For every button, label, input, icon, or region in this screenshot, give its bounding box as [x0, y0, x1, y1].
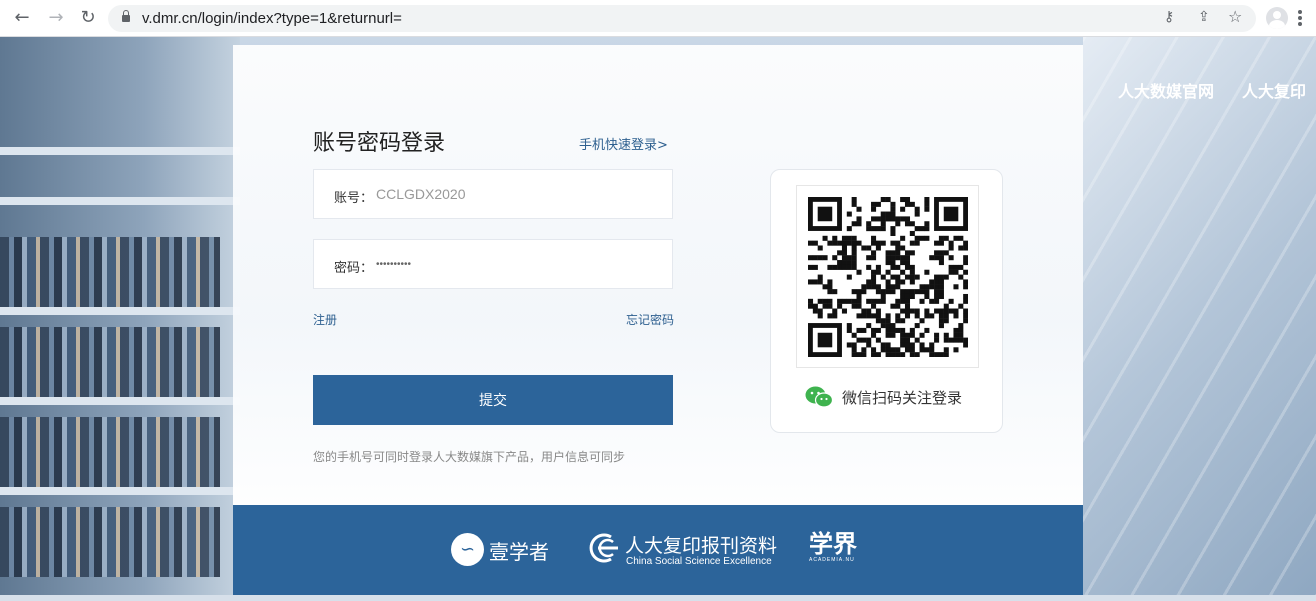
- url-text[interactable]: v.dmr.cn/login/index?type=1&returnurl=: [142, 10, 402, 27]
- kebab-menu-icon[interactable]: [1298, 10, 1302, 26]
- address-bar[interactable]: v.dmr.cn/login/index?type=1&returnurl= ⚷…: [108, 5, 1256, 32]
- yixuezhe-logo-icon: ∽: [451, 533, 484, 566]
- xuejie-logo-text: 学界: [809, 530, 857, 558]
- account-input[interactable]: [376, 186, 656, 202]
- reload-icon[interactable]: ↻: [78, 8, 98, 28]
- shelf-board: [0, 197, 240, 205]
- forward-arrow-icon[interactable]: →: [46, 8, 66, 28]
- submit-button[interactable]: 提交: [313, 375, 673, 425]
- books-row: [0, 507, 220, 577]
- forgot-password-link[interactable]: 忘记密码: [626, 311, 674, 328]
- lock-icon[interactable]: [122, 10, 130, 23]
- login-panel: 账号密码登录 手机快速登录> 账号： 密码： •••••••••• 注册 忘记密…: [233, 45, 1083, 505]
- password-input[interactable]: ••••••••••: [376, 259, 656, 270]
- profile-avatar-icon[interactable]: [1266, 7, 1288, 29]
- browser-toolbar: ← → ↻ v.dmr.cn/login/index?type=1&return…: [0, 0, 1316, 37]
- rdfy-logo-icon: [589, 533, 618, 563]
- rdfy-logo-subtitle: China Social Science Excellence: [626, 556, 772, 567]
- shelf-board: [0, 397, 240, 405]
- nav-link-rdsm-official[interactable]: 人大数媒官网: [1118, 78, 1214, 102]
- share-icon[interactable]: ⇪: [1198, 9, 1210, 25]
- nav-link-rdfy[interactable]: 人大复印: [1242, 78, 1306, 102]
- footer-bar: ∽ 壹学者 人大复印报刊资料 China Social Science Exce…: [233, 505, 1083, 595]
- books-row: [0, 237, 220, 307]
- wechat-icon: [805, 386, 833, 408]
- login-title: 账号密码登录: [313, 131, 446, 156]
- xuejie-logo[interactable]: 学界 ACADEMIA.NU: [809, 531, 857, 567]
- sync-hint: 您的手机号可同时登录人大数媒旗下产品，用户信息可同步: [313, 450, 626, 464]
- shelf-board: [0, 307, 240, 315]
- rdfy-logo-text: 人大复印报刊资料: [625, 535, 778, 557]
- key-icon[interactable]: ⚷: [1164, 9, 1174, 25]
- qr-code-image[interactable]: [808, 197, 968, 357]
- qr-login-card: 微信扫码关注登录: [770, 169, 1003, 433]
- page-background: 人大数媒官网 人大复印 账号密码登录 手机快速登录> 账号： 密码： •••••…: [0, 37, 1316, 601]
- yixuezhe-logo-text: 壹学者: [489, 540, 549, 564]
- phone-login-link[interactable]: 手机快速登录>: [579, 134, 668, 153]
- qr-code-frame: [796, 185, 979, 368]
- books-row: [0, 417, 220, 487]
- qr-login-label: 微信扫码关注登录: [842, 389, 963, 407]
- xuejie-logo-subtitle: ACADEMIA.NU: [809, 557, 855, 563]
- password-label: 密码：: [334, 261, 374, 276]
- shelf-board: [0, 487, 240, 495]
- register-link[interactable]: 注册: [313, 311, 337, 328]
- account-field[interactable]: 账号：: [313, 169, 673, 219]
- back-arrow-icon[interactable]: ←: [12, 8, 32, 28]
- star-icon[interactable]: ☆: [1228, 7, 1242, 26]
- shelf-board: [0, 147, 240, 155]
- bookshelf-image: [0, 37, 240, 601]
- password-field[interactable]: 密码： ••••••••••: [313, 239, 673, 289]
- account-label: 账号：: [334, 191, 374, 206]
- books-row: [0, 327, 220, 397]
- architecture-image: [1083, 37, 1316, 601]
- page-bottom-strip: [0, 595, 1316, 601]
